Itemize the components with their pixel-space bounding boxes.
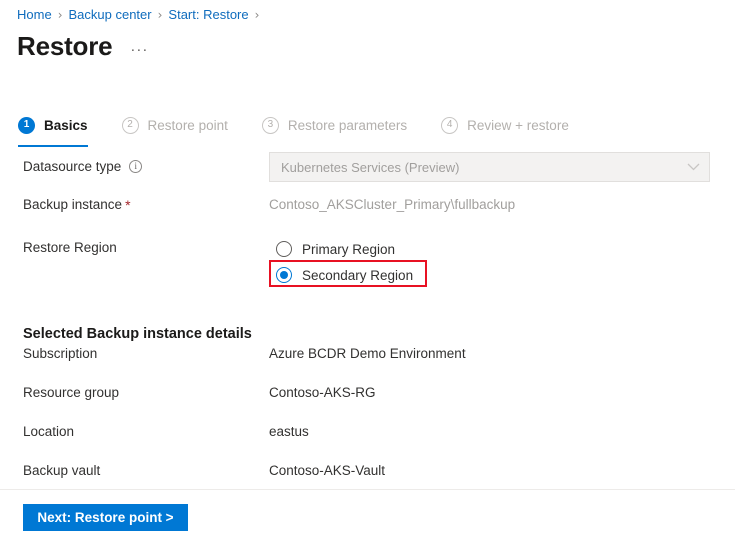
wizard-step-basics[interactable]: 1 Basics xyxy=(18,110,88,147)
backup-instance-label: Backup instance xyxy=(23,197,123,212)
wizard-step-label: Basics xyxy=(44,117,88,133)
radio-label: Primary Region xyxy=(302,241,396,257)
detail-row-subscription: Subscription Azure BCDR Demo Environment xyxy=(0,346,735,385)
wizard-step-restore-parameters[interactable]: 3 Restore parameters xyxy=(261,110,408,140)
more-actions-icon[interactable]: ··· xyxy=(130,42,148,57)
page-title: Restore xyxy=(17,31,113,61)
detail-value: Contoso-AKS-Vault xyxy=(269,463,386,478)
detail-row-resource-group: Resource group Contoso-AKS-RG xyxy=(0,385,735,424)
breadcrumb-separator-icon: › xyxy=(254,8,260,22)
wizard-step-review-restore[interactable]: 4 Review + restore xyxy=(441,110,569,140)
radio-button-unselected-icon xyxy=(276,241,292,257)
field-label-wrapper: Restore Region xyxy=(23,236,269,255)
field-datasource-type: Datasource type i Kubernetes Services (P… xyxy=(0,152,735,191)
detail-value: eastus xyxy=(269,424,309,439)
backup-instance-value: Contoso_AKSCluster_Primary\fullbackup xyxy=(269,197,516,212)
radio-button-selected-icon xyxy=(276,267,292,283)
basics-form: Datasource type i Kubernetes Services (P… xyxy=(0,152,735,288)
wizard-step-restore-point[interactable]: 2 Restore point xyxy=(121,110,228,140)
details-section-heading: Selected Backup instance details xyxy=(23,326,252,342)
breadcrumb-item-start-restore[interactable]: Start: Restore xyxy=(168,7,248,23)
detail-label: Location xyxy=(23,424,75,439)
detail-label: Resource group xyxy=(23,385,120,400)
radio-secondary-region[interactable]: Secondary Region xyxy=(269,262,413,288)
breadcrumb-item-backup-center[interactable]: Backup center xyxy=(69,7,152,23)
detail-label: Backup vault xyxy=(23,463,101,478)
restore-region-label: Restore Region xyxy=(23,240,117,255)
restore-region-radio-group: Primary Region Secondary Region xyxy=(269,236,427,288)
step-number-badge: 4 xyxy=(441,116,459,134)
step-number-badge: 3 xyxy=(261,116,279,134)
detail-value: Azure BCDR Demo Environment xyxy=(269,346,466,361)
active-step-underline xyxy=(18,145,88,147)
step-number-badge: 1 xyxy=(18,116,35,134)
datasource-type-select[interactable]: Kubernetes Services (Preview) xyxy=(269,152,710,182)
breadcrumb-separator-icon: › xyxy=(157,8,163,22)
detail-row-backup-vault: Backup vault Contoso-AKS-Vault xyxy=(0,463,735,502)
datasource-type-selected-value: Kubernetes Services (Preview) xyxy=(281,159,460,175)
datasource-type-label: Datasource type xyxy=(23,159,122,174)
chevron-down-glyph xyxy=(687,163,700,171)
wizard-step-label: Restore point xyxy=(147,117,228,133)
detail-row-location: Location eastus xyxy=(0,424,735,463)
field-label-wrapper: Datasource type i xyxy=(23,152,269,174)
wizard-step-label: Review + restore xyxy=(467,117,569,133)
chevron-down-icon xyxy=(687,161,700,173)
field-backup-instance: Backup instance * Contoso_AKSCluster_Pri… xyxy=(0,191,735,236)
details-section: Subscription Azure BCDR Demo Environment… xyxy=(0,346,735,502)
footer-divider xyxy=(0,489,735,490)
detail-value: Contoso-AKS-RG xyxy=(269,385,376,400)
breadcrumb-item-home[interactable]: Home xyxy=(17,7,52,23)
next-restore-point-button[interactable]: Next: Restore point > xyxy=(23,504,188,531)
detail-label: Subscription xyxy=(23,346,98,361)
radio-dot xyxy=(280,271,288,279)
wizard-step-nav: 1 Basics 2 Restore point 3 Restore param… xyxy=(18,110,569,147)
field-label-wrapper: Backup instance * xyxy=(23,191,269,212)
breadcrumb-separator-icon: › xyxy=(57,8,63,22)
field-restore-region: Restore Region Primary Region Secondary … xyxy=(0,236,735,288)
info-icon[interactable]: i xyxy=(129,160,143,173)
required-indicator: * xyxy=(125,196,131,213)
page-header: Restore ··· xyxy=(17,31,148,61)
step-number-badge: 2 xyxy=(121,116,139,134)
wizard-step-label: Restore parameters xyxy=(287,117,408,133)
radio-primary-region[interactable]: Primary Region xyxy=(269,236,413,262)
breadcrumb: Home › Backup center › Start: Restore › xyxy=(17,7,265,23)
radio-label: Secondary Region xyxy=(302,267,414,283)
